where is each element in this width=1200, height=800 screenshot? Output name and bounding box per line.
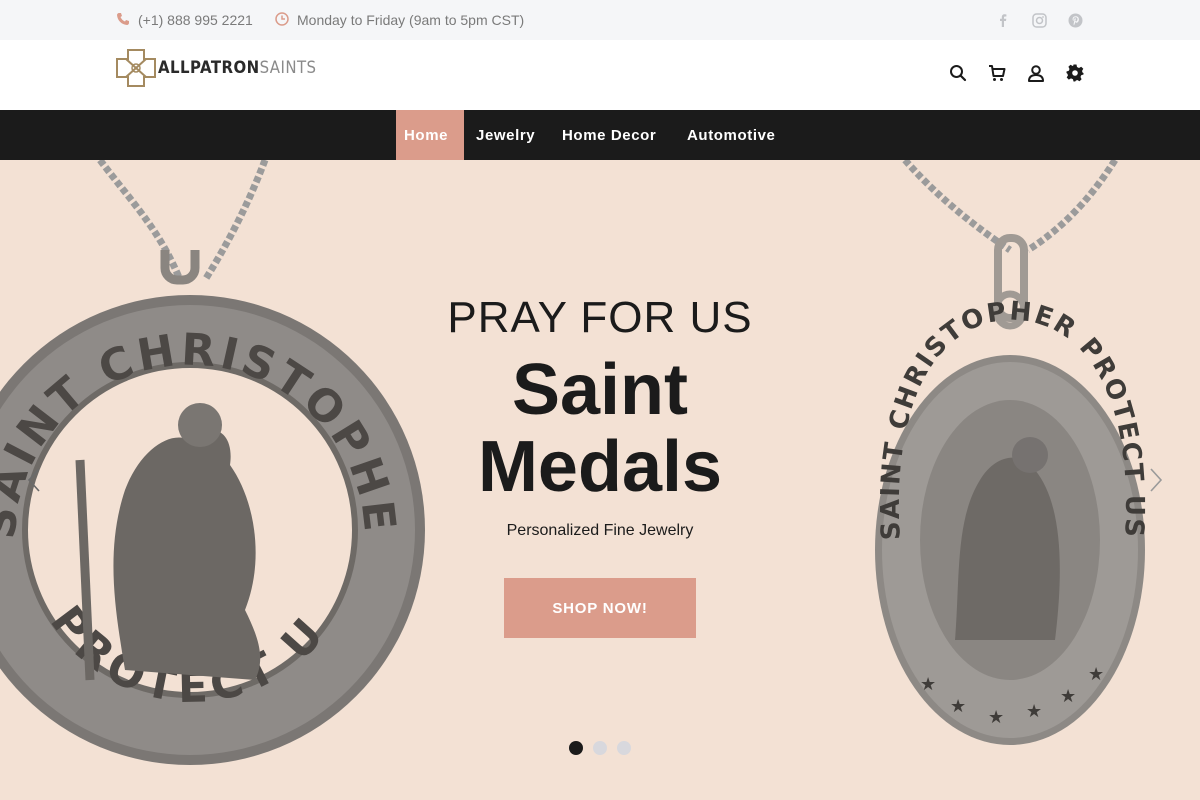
site-logo[interactable]: ALLPATRONSAINTS <box>116 49 338 87</box>
slider-dot-1[interactable] <box>569 741 583 755</box>
medal-left-image: SAINT CHRISTOPHER PROTECT US <box>0 250 425 765</box>
cart-icon[interactable] <box>987 63 1007 83</box>
phone-contact[interactable]: (+1) 888 995 2221 <box>116 0 253 40</box>
topbar: (+1) 888 995 2221 Monday to Friday (9am … <box>0 0 1200 40</box>
settings-icon[interactable] <box>1065 63 1085 83</box>
medal-right-image: SAINT CHRISTOPHER PROTECT US ★ ★ ★ ★ ★ ★ <box>875 234 1147 745</box>
chevron-right-icon <box>1150 468 1163 492</box>
hero-slider: SAINT CHRISTOPHER PROTECT US SAINT CHRIS… <box>0 160 1200 800</box>
slider-dot-2[interactable] <box>593 741 607 755</box>
logo-text-secondary: SAINTS <box>259 58 317 78</box>
svg-text:★: ★ <box>1026 701 1042 722</box>
slider-prev-arrow[interactable] <box>24 465 44 495</box>
phone-icon <box>116 12 130 29</box>
svg-text:★: ★ <box>988 707 1004 728</box>
main-nav: Home Jewelry Home Decor Automotive <box>0 110 1200 160</box>
slider-dot-3[interactable] <box>617 741 631 755</box>
svg-text:★: ★ <box>1088 664 1104 685</box>
svg-text:★: ★ <box>1060 686 1076 707</box>
facebook-icon[interactable] <box>997 0 1009 40</box>
cross-logo-icon <box>116 49 156 87</box>
nav-item-home[interactable]: Home <box>396 110 464 160</box>
business-hours: Monday to Friday (9am to 5pm CST) <box>275 0 524 40</box>
hours-text: Monday to Friday (9am to 5pm CST) <box>297 12 525 28</box>
slider-pagination <box>569 741 631 755</box>
logo-text-primary: ALLPATRON <box>158 58 260 78</box>
search-icon[interactable] <box>948 63 968 83</box>
clock-icon <box>275 11 289 29</box>
hero-subtitle: Personalized Fine Jewelry <box>506 522 694 539</box>
hero-kicker: PRAY FOR US <box>447 293 753 342</box>
logo-text: ALLPATRONSAINTS <box>158 58 316 78</box>
phone-number: (+1) 888 995 2221 <box>138 12 253 28</box>
nav-item-jewelry[interactable]: Jewelry <box>468 110 543 160</box>
nav-item-home-decor[interactable]: Home Decor <box>554 110 664 160</box>
svg-text:★: ★ <box>950 696 966 717</box>
nav-item-automotive[interactable]: Automotive <box>679 110 784 160</box>
site-header: ALLPATRONSAINTS <box>0 40 1200 110</box>
shop-now-button[interactable]: SHOP NOW! <box>504 578 696 638</box>
slider-next-arrow[interactable] <box>1146 465 1166 495</box>
svg-text:★: ★ <box>920 674 936 695</box>
user-icon[interactable] <box>1026 63 1046 83</box>
pinterest-icon[interactable] <box>1068 0 1083 40</box>
chevron-left-icon <box>27 468 40 492</box>
hero-title: Saint Medals <box>477 350 723 507</box>
instagram-icon[interactable] <box>1032 0 1047 40</box>
